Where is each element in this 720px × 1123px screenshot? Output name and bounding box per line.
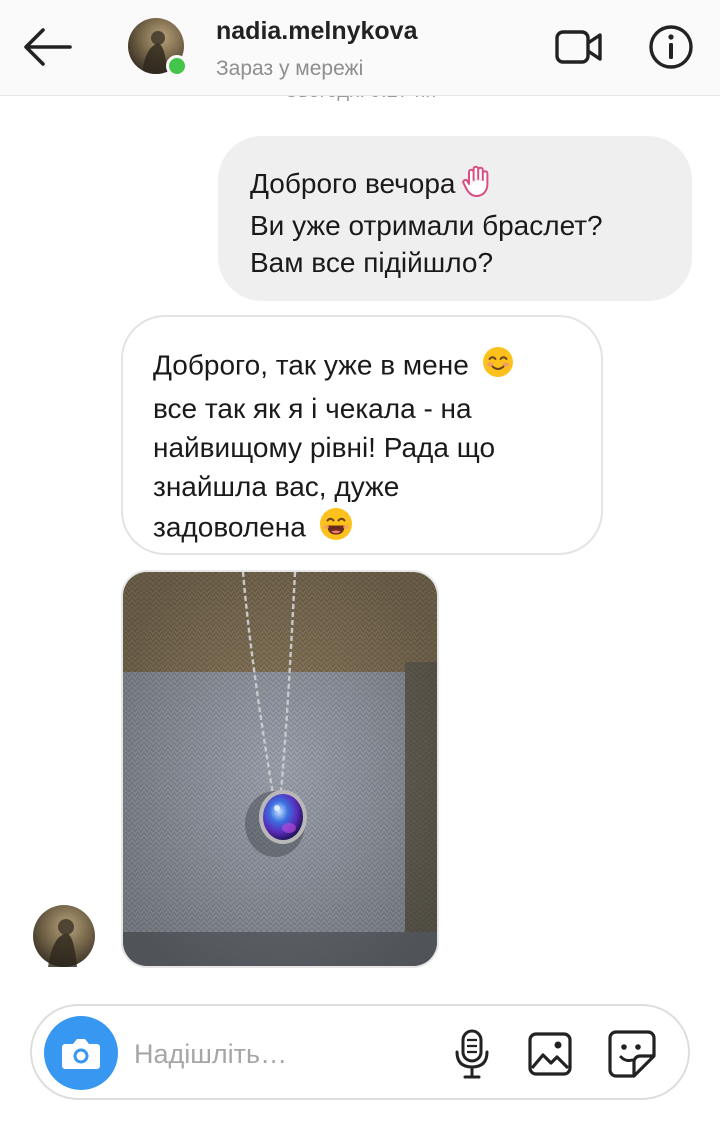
direct-message-screen: nadia.melnykova Зараз у мережі Сьогодні … <box>0 0 720 1123</box>
message-line: Ви уже отримали браслет? <box>250 210 603 241</box>
message-line: знайшла вас, дуже <box>153 471 400 502</box>
profile-avatar[interactable] <box>128 18 188 77</box>
video-call-icon <box>555 30 602 64</box>
sticker-icon <box>608 1030 656 1078</box>
incoming-message-bubble[interactable]: Доброго, так уже в мене все так як я і ч… <box>121 315 603 555</box>
camera-button[interactable] <box>44 1016 118 1090</box>
video-call-button[interactable] <box>554 27 604 67</box>
message-line: Вам все підійшло? <box>250 247 494 278</box>
smiling-face-emoji <box>481 345 515 389</box>
chat-username[interactable]: nadia.melnykova <box>216 17 417 46</box>
arrow-left-icon <box>24 28 72 66</box>
microphone-icon <box>455 1029 489 1079</box>
grinning-face-emoji <box>318 506 354 552</box>
online-status-text: Зараз у мережі <box>216 57 364 80</box>
info-button[interactable] <box>648 24 694 70</box>
sticker-button[interactable] <box>606 1028 658 1080</box>
outgoing-message-bubble[interactable]: Доброго вечора Ви уже отримали браслет? … <box>218 136 692 301</box>
camera-icon <box>62 1039 100 1069</box>
info-icon <box>649 25 693 69</box>
message-line: все так як я і чекала - на <box>153 393 472 424</box>
chat-header: nadia.melnykova Зараз у мережі <box>0 0 720 96</box>
message-line: Доброго, так уже в мене <box>153 345 577 389</box>
gallery-button[interactable] <box>526 1030 574 1078</box>
back-button[interactable] <box>18 22 78 72</box>
message-line: найвищому рівні! Рада що <box>153 432 496 463</box>
photo-message[interactable] <box>121 570 439 968</box>
message-input[interactable] <box>134 1032 434 1076</box>
microphone-button[interactable] <box>452 1028 492 1080</box>
message-line: задоволена <box>153 506 577 552</box>
message-composer <box>30 1004 690 1100</box>
online-status-dot <box>166 55 188 77</box>
message-line: Доброго вечора <box>250 164 662 207</box>
raised-hand-emoji <box>460 164 494 207</box>
sender-avatar[interactable] <box>33 905 95 967</box>
gallery-icon <box>528 1032 572 1076</box>
necklace-photo <box>123 572 437 966</box>
